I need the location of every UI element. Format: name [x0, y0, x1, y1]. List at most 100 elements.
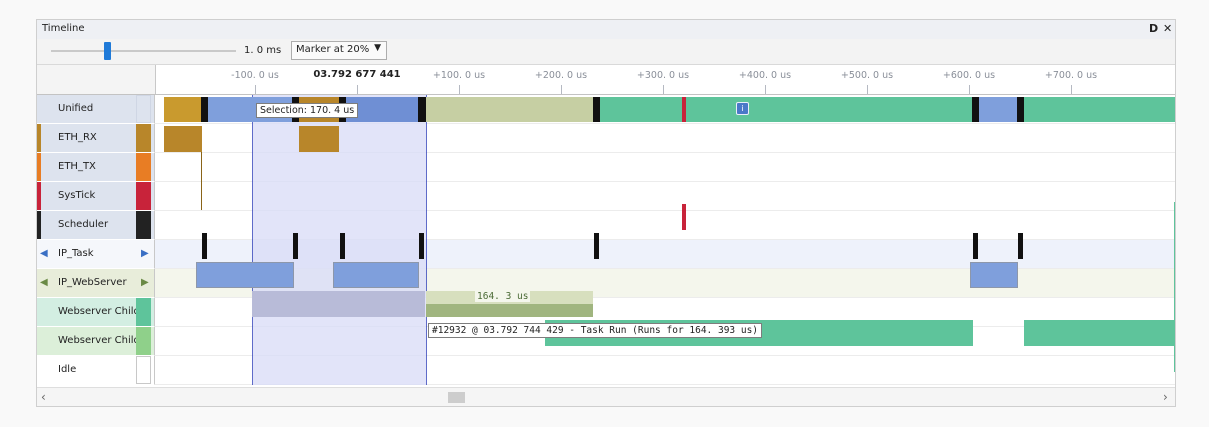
row-label-idle[interactable]: Idle	[37, 356, 155, 385]
row-label-ip-webserver[interactable]: ◀ IP_WebServer ▶	[37, 269, 155, 298]
marker-dropdown[interactable]: Marker at 20% ▼	[291, 41, 387, 60]
horizontal-scrollbar[interactable]: ‹ ›	[37, 387, 1175, 406]
tick-mark	[561, 85, 562, 94]
tick-mark	[969, 85, 970, 94]
prev-event-icon[interactable]: ◀	[40, 248, 48, 259]
row-label-text: Scheduler	[58, 219, 109, 230]
tick-mark	[663, 85, 664, 94]
row-scheduler[interactable]: Scheduler	[37, 211, 1175, 240]
color-swatch	[136, 124, 151, 152]
scheduler-event	[1018, 233, 1023, 259]
marker-dropdown-value: Marker at 20%	[296, 44, 370, 55]
row-eth-rx[interactable]: ETH_RX	[37, 124, 1175, 153]
row-systick[interactable]: SysTick	[37, 182, 1175, 211]
chevron-down-icon: ▼	[374, 43, 381, 53]
info-icon[interactable]: i	[736, 102, 749, 115]
scheduler-event	[293, 233, 298, 259]
timeline-rows[interactable]: Unified ETH_RX ETH_TX SysTick Scheduler …	[37, 95, 1175, 385]
unified-webserver-child-segment	[600, 97, 682, 122]
time-ruler[interactable]: -100. 0 us 03.792 677 441 +100. 0 us +20…	[37, 65, 1175, 95]
zoom-slider-track[interactable]	[51, 50, 236, 52]
tick-label: -100. 0 us	[231, 70, 279, 81]
tick-label: +400. 0 us	[738, 70, 792, 81]
scroll-left-icon[interactable]: ‹	[41, 390, 46, 404]
toolbar: 1. 0 ms Marker at 20% ▼	[37, 39, 1175, 65]
color-swatch	[37, 211, 41, 239]
row-label-eth-rx[interactable]: ETH_RX	[37, 124, 155, 153]
activation-line	[201, 152, 202, 210]
ip-webserver-event	[252, 291, 425, 317]
scheduler-event	[202, 233, 207, 259]
tick-mark	[357, 85, 358, 94]
color-swatch	[37, 153, 41, 181]
scheduler-event	[340, 233, 345, 259]
scroll-right-icon[interactable]: ›	[1163, 390, 1168, 404]
unified-webserver-child-segment	[686, 97, 972, 122]
unified-ip-task-segment	[979, 97, 1017, 122]
timeline-panel: Timeline 𝗗 ✕ 1. 0 ms Marker at 20% ▼ -10…	[36, 19, 1176, 407]
cursor-time-label: 03.792 677 441	[313, 69, 401, 80]
close-icon[interactable]: ✕	[1163, 22, 1172, 35]
row-label-eth-tx[interactable]: ETH_TX	[37, 153, 155, 182]
row-label-systick[interactable]: SysTick	[37, 182, 155, 211]
color-swatch	[136, 182, 151, 210]
color-swatch	[136, 356, 151, 384]
ip-task-event	[196, 262, 294, 288]
tick-label: +200. 0 us	[534, 70, 588, 81]
row-label-text: Webserver Child	[58, 335, 140, 346]
ruler-corner	[37, 65, 156, 94]
row-label-text: SysTick	[58, 190, 96, 201]
ip-webserver-activity	[426, 304, 593, 317]
color-swatch	[136, 298, 151, 326]
duration-label: 164. 3 us	[475, 291, 531, 302]
window-title: Timeline	[42, 23, 85, 34]
row-label-text: IP_Task	[58, 248, 94, 259]
systick-event	[682, 204, 686, 230]
unified-eth-rx-segment	[164, 97, 201, 122]
webserver-child-event	[1024, 320, 1175, 346]
float-icon[interactable]: 𝗗	[1149, 22, 1158, 35]
next-event-icon[interactable]: ▶	[141, 277, 149, 288]
row-idle[interactable]: Idle	[37, 356, 1175, 385]
color-swatch	[136, 211, 151, 239]
scheduler-event	[973, 233, 978, 259]
tick-mark	[1071, 85, 1072, 94]
tick-label: +300. 0 us	[636, 70, 690, 81]
row-label-text: IP_WebServer	[58, 277, 127, 288]
tick-label: +600. 0 us	[942, 70, 996, 81]
unified-webserver-child-segment	[1024, 97, 1175, 122]
scrollbar-thumb[interactable]	[448, 392, 465, 403]
tick-mark	[765, 85, 766, 94]
row-label-unified[interactable]: Unified	[37, 95, 155, 124]
row-label-text: Webserver Child	[58, 306, 140, 317]
event-tooltip: #12932 @ 03.792 744 429 - Task Run (Runs…	[428, 323, 763, 338]
unified-scheduler-segment	[1017, 97, 1024, 122]
row-label-webserver-child-1[interactable]: Webserver Child	[37, 298, 155, 327]
color-swatch	[136, 153, 151, 181]
tick-mark	[867, 85, 868, 94]
row-label-text: ETH_RX	[58, 132, 97, 143]
ip-task-event	[333, 262, 419, 288]
row-label-webserver-child-2[interactable]: Webserver Child	[37, 327, 155, 356]
row-label-text: Unified	[58, 103, 94, 114]
zoom-slider-thumb[interactable]	[104, 42, 111, 60]
prev-event-icon[interactable]: ◀	[40, 277, 48, 288]
ip-task-event	[970, 262, 1018, 288]
tick-label: +500. 0 us	[840, 70, 894, 81]
unified-ip-webserver-segment	[426, 97, 593, 122]
color-swatch	[136, 95, 151, 123]
unified-scheduler-segment	[593, 97, 600, 122]
row-label-ip-task[interactable]: ◀ IP_Task ▶	[37, 240, 155, 269]
tick-mark	[255, 85, 256, 94]
row-label-text: Idle	[58, 364, 77, 375]
scheduler-event	[419, 233, 424, 259]
tick-label: +100. 0 us	[432, 70, 486, 81]
row-label-scheduler[interactable]: Scheduler	[37, 211, 155, 240]
scheduler-event	[594, 233, 599, 259]
tick-label: +700. 0 us	[1044, 70, 1098, 81]
activation-line	[1174, 202, 1175, 372]
row-eth-tx[interactable]: ETH_TX	[37, 153, 1175, 182]
unified-scheduler-segment	[418, 97, 426, 122]
next-event-icon[interactable]: ▶	[141, 248, 149, 259]
selection-label: Selection: 170. 4 us	[256, 103, 359, 118]
